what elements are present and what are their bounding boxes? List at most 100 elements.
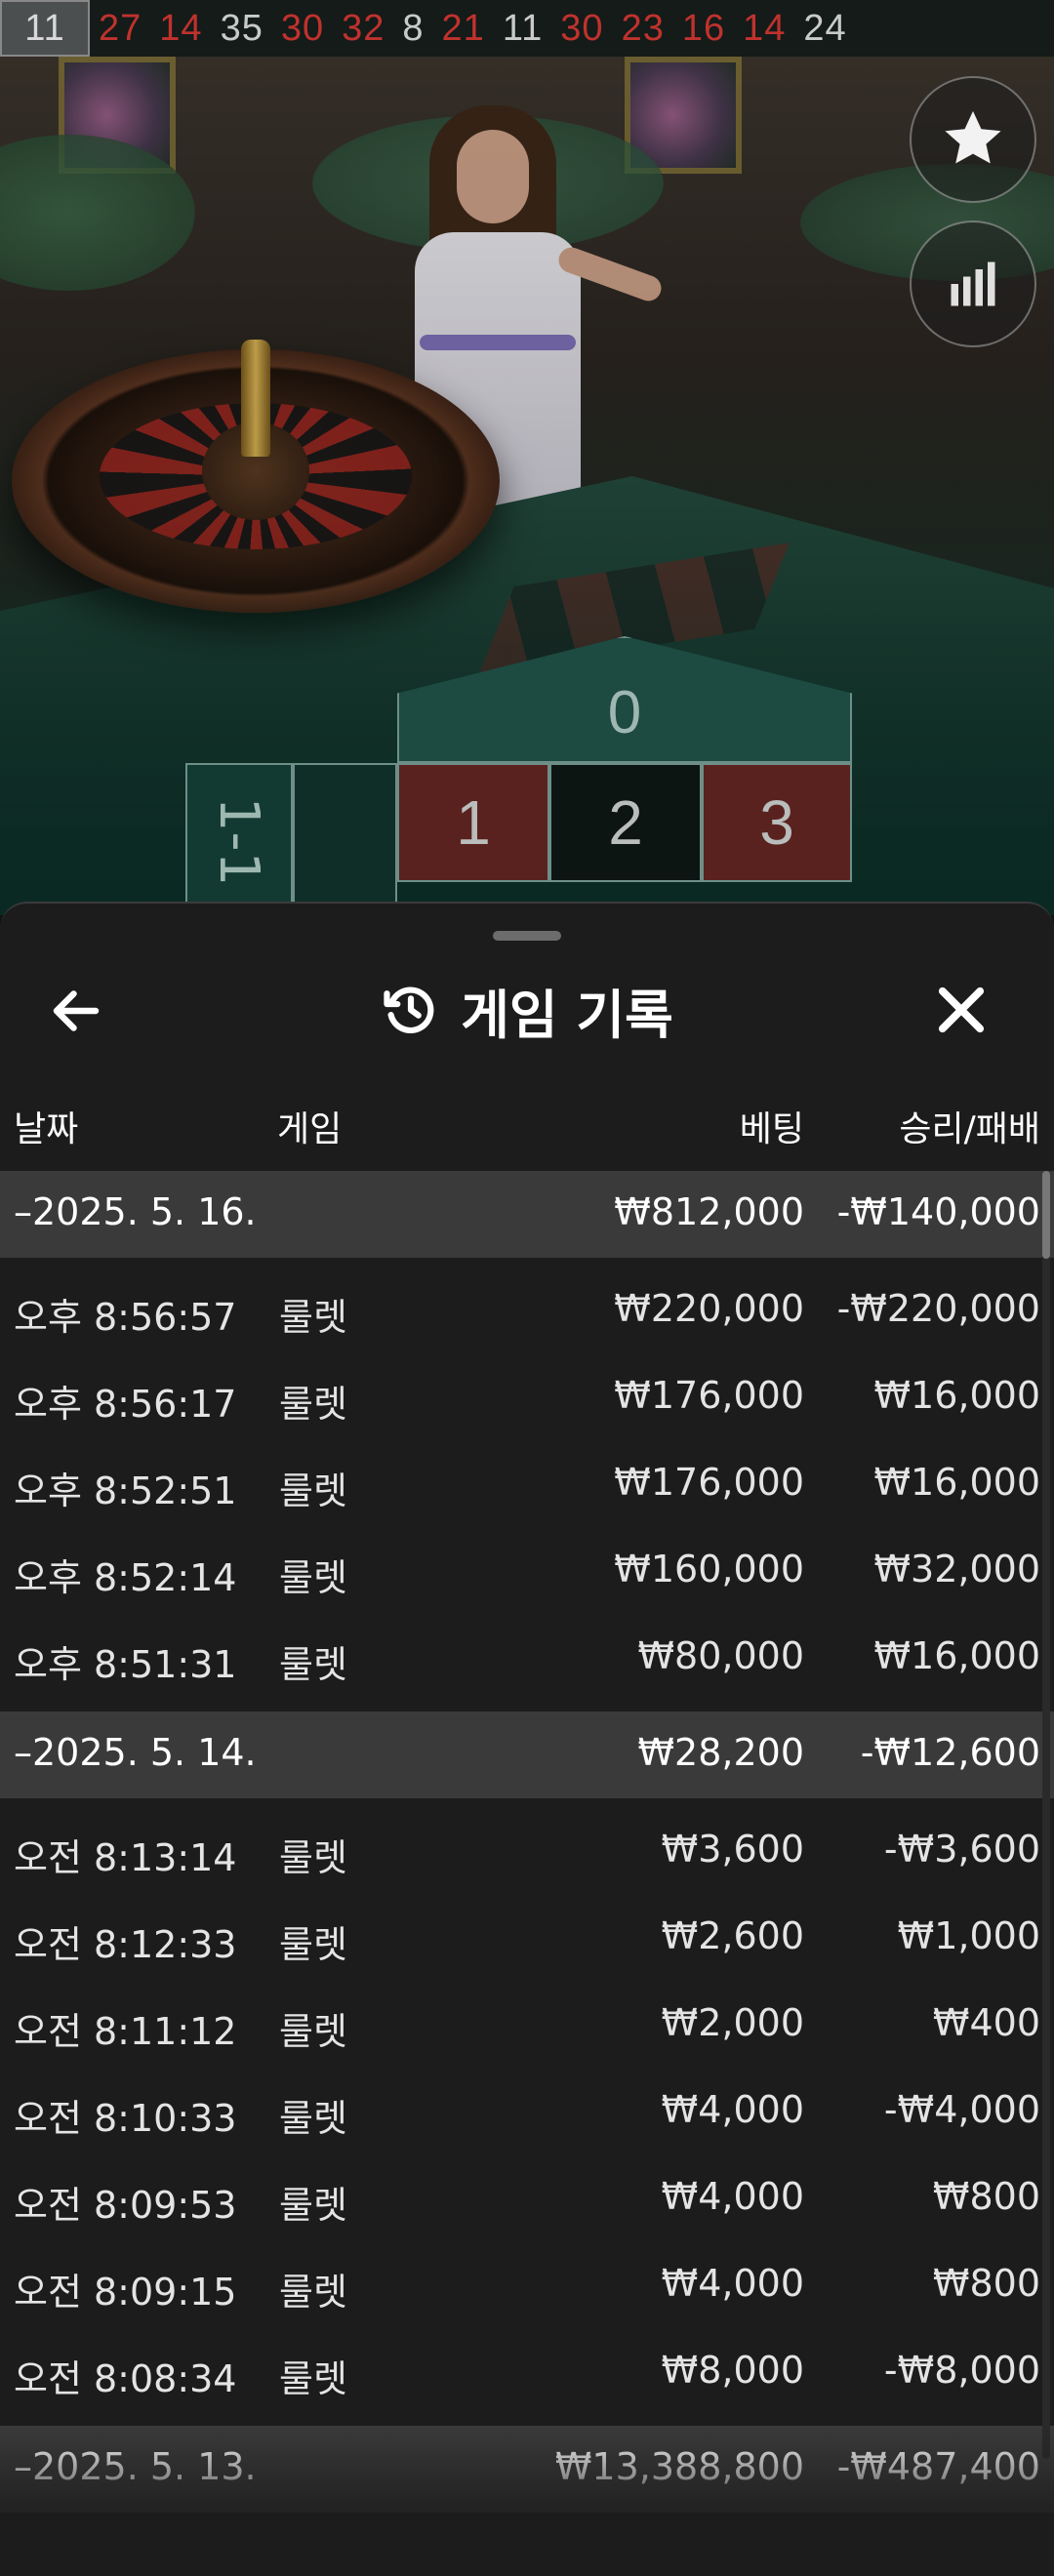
- history-row[interactable]: 오후 8:56:17 룰렛 ₩176,000 ₩16,000: [0, 1354, 1054, 1441]
- history-row[interactable]: 오후 8:52:14 룰렛 ₩160,000 ₩32,000: [0, 1528, 1054, 1615]
- row-bet: ₩2,600: [661, 1914, 804, 1957]
- row-result: ₩32,000: [873, 1548, 1040, 1590]
- row-game: 룰렛: [279, 1836, 347, 1879]
- row-result: ₩16,000: [873, 1461, 1040, 1504]
- panel-title: 게임 기록: [0, 976, 1054, 1046]
- row-result: -₩4,000: [883, 2088, 1040, 2131]
- row-time: 오후 8:51:31: [14, 1643, 237, 1686]
- row-game: 룰렛: [279, 1383, 347, 1426]
- bet-number-label: 3: [759, 787, 794, 858]
- date-group-row[interactable]: –2025. 5. 14. ₩28,200 -₩12,600: [0, 1711, 1054, 1798]
- row-bet: ₩2,000: [661, 2001, 804, 2044]
- recent-result-number: 21: [441, 7, 485, 49]
- group-date: –2025. 5. 13.: [14, 2445, 257, 2488]
- bet-zero-label: 0: [607, 679, 642, 746]
- row-game: 룰렛: [279, 1923, 347, 1966]
- date-group-row[interactable]: –2025. 5. 16. ₩812,000 -₩140,000: [0, 1171, 1054, 1258]
- recent-result-number: 14: [743, 7, 787, 49]
- bet-spot-2[interactable]: 2: [549, 763, 702, 882]
- row-time: 오후 8:56:57: [14, 1296, 237, 1339]
- row-bet: ₩80,000: [637, 1634, 804, 1677]
- recent-result-number: 11: [0, 0, 90, 57]
- column-header-game: 게임: [277, 1109, 343, 1149]
- row-time: 오후 8:52:14: [14, 1556, 237, 1599]
- row-result: -₩8,000: [883, 2349, 1040, 2392]
- row-game: 룰렛: [279, 1469, 347, 1512]
- recent-result-number: 24: [803, 7, 847, 49]
- row-game: 룰렛: [279, 1556, 347, 1599]
- group-result-total: -₩487,400: [836, 2445, 1040, 2488]
- panel-header: 게임 기록: [0, 962, 1054, 1060]
- history-row[interactable]: 오후 8:56:57 룰렛 ₩220,000 -₩220,000: [0, 1268, 1054, 1354]
- panel-title-text: 게임 기록: [461, 984, 673, 1046]
- history-row[interactable]: 오전 8:11:12 룰렛 ₩2,000 ₩400: [0, 1982, 1054, 2069]
- group-bet-total: ₩812,000: [614, 1190, 804, 1233]
- row-result: ₩800: [932, 2262, 1040, 2305]
- row-game: 룰렛: [279, 2097, 347, 2140]
- row-game: 룰렛: [279, 2271, 347, 2314]
- history-row[interactable]: 오후 8:52:51 룰렛 ₩176,000 ₩16,000: [0, 1441, 1054, 1528]
- history-row[interactable]: 오후 8:51:31 룰렛 ₩80,000 ₩16,000: [0, 1615, 1054, 1702]
- bet-spot-column[interactable]: 1-1: [185, 763, 293, 919]
- row-bet: ₩4,000: [661, 2088, 804, 2131]
- scrollbar-thumb[interactable]: [1042, 1171, 1050, 1259]
- row-time: 오전 8:08:34: [14, 2357, 237, 2400]
- row-spacer: [0, 1258, 1054, 1268]
- row-bet: ₩4,000: [661, 2262, 804, 2305]
- recent-result-number: 30: [560, 7, 604, 49]
- column-header-result: 승리/패배: [899, 1109, 1040, 1149]
- recent-result-number: 16: [681, 7, 726, 49]
- favorite-button[interactable]: [910, 76, 1036, 203]
- history-icon: [384, 986, 434, 1034]
- history-list[interactable]: –2025. 5. 16. ₩812,000 -₩140,000 오후 8:56:57…: [0, 1171, 1054, 2513]
- recent-results-strip: 11 27 14 35 30 32 8 21 11 30 23 16 14 24: [0, 0, 1054, 57]
- scrollbar[interactable]: [1042, 1171, 1050, 2459]
- game-history-panel: 게임 기록 날짜 게임 베팅 승리/패배 –2025. 5. 16. ₩812,0…: [0, 902, 1054, 2576]
- bet-spot-3[interactable]: 3: [702, 763, 852, 882]
- bet-number-label: 1: [456, 787, 491, 858]
- row-bet: ₩3,600: [661, 1828, 804, 1871]
- history-row[interactable]: 오전 8:12:33 룰렛 ₩2,600 ₩1,000: [0, 1895, 1054, 1982]
- row-game: 룰렛: [279, 2184, 347, 2227]
- row-result: ₩16,000: [873, 1634, 1040, 1677]
- history-row[interactable]: 오전 8:10:33 룰렛 ₩4,000 -₩4,000: [0, 2069, 1054, 2155]
- row-game: 룰렛: [279, 2357, 347, 2400]
- drag-handle[interactable]: [493, 931, 561, 941]
- statistics-button[interactable]: [910, 221, 1036, 347]
- history-row[interactable]: 오전 8:13:14 룰렛 ₩3,600 -₩3,600: [0, 1808, 1054, 1895]
- row-time: 오후 8:52:51: [14, 1469, 237, 1512]
- row-bet: ₩8,000: [661, 2349, 804, 2392]
- bet-column-label: 1-1: [207, 796, 271, 886]
- row-bet: ₩176,000: [614, 1374, 804, 1417]
- recent-result-number: 8: [402, 7, 425, 49]
- column-header-date: 날짜: [14, 1109, 79, 1149]
- row-time: 오전 8:12:33: [14, 1923, 237, 1966]
- row-spacer: [0, 1702, 1054, 1711]
- row-spacer: [0, 1798, 1054, 1808]
- history-row[interactable]: 오전 8:08:34 룰렛 ₩8,000 -₩8,000: [0, 2329, 1054, 2416]
- row-result: ₩1,000: [897, 1914, 1040, 1957]
- row-result: -₩3,600: [883, 1828, 1040, 1871]
- row-bet: ₩220,000: [614, 1287, 804, 1330]
- row-time: 오전 8:09:15: [14, 2271, 237, 2314]
- date-group-row[interactable]: –2025. 5. 13. ₩13,388,800 -₩487,400: [0, 2426, 1054, 2513]
- bet-spot-1[interactable]: 1: [397, 763, 549, 882]
- history-row[interactable]: 오전 8:09:53 룰렛 ₩4,000 ₩800: [0, 2155, 1054, 2242]
- row-bet: ₩160,000: [614, 1548, 804, 1590]
- row-time: 오전 8:11:12: [14, 2010, 237, 2053]
- group-date: –2025. 5. 14.: [14, 1731, 257, 1774]
- history-row[interactable]: 오전 8:09:15 룰렛 ₩4,000 ₩800: [0, 2242, 1054, 2329]
- row-result: ₩400: [932, 2001, 1040, 2044]
- close-button[interactable]: [929, 978, 1007, 1046]
- bar-chart-icon: [951, 262, 995, 306]
- bet-number-label: 2: [608, 787, 643, 858]
- close-icon: [938, 986, 985, 1033]
- group-date: –2025. 5. 16.: [14, 1190, 257, 1233]
- row-bet: ₩4,000: [661, 2175, 804, 2218]
- row-game: 룰렛: [279, 1296, 347, 1339]
- row-bet: ₩176,000: [614, 1461, 804, 1504]
- row-game: 룰렛: [279, 1643, 347, 1686]
- bet-spot-blank[interactable]: [293, 763, 397, 919]
- column-header-bet: 베팅: [739, 1109, 804, 1149]
- row-time: 오전 8:09:53: [14, 2184, 237, 2227]
